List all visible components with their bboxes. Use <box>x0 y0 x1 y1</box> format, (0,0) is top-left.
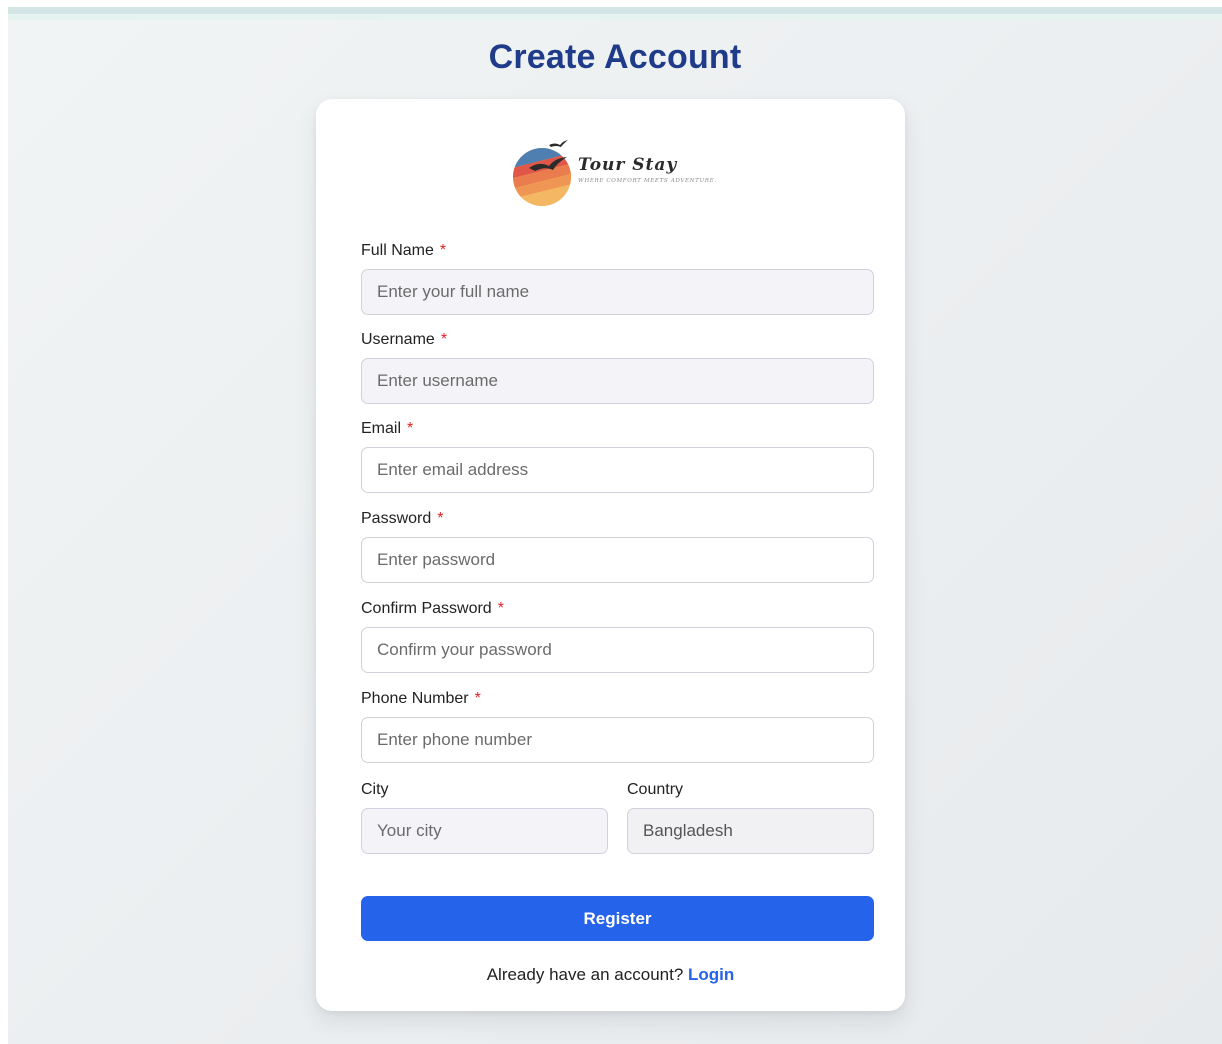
page-title: Create Account <box>488 38 742 76</box>
top-strip-line <box>8 14 1222 20</box>
sunset-globe-bird-icon <box>513 140 571 206</box>
required-marker: * <box>440 331 448 348</box>
phone-input[interactable] <box>361 717 874 763</box>
confirm-password-label-text: Confirm Password <box>361 600 492 617</box>
required-marker: * <box>439 242 447 259</box>
brand-name: Tour Stay <box>578 155 678 175</box>
confirm-password-input[interactable] <box>361 627 874 673</box>
register-button[interactable]: Register <box>361 896 874 941</box>
full-name-label-text: Full Name <box>361 242 434 259</box>
required-marker: * <box>497 600 504 617</box>
email-input[interactable] <box>361 447 874 493</box>
brand-tagline: WHERE COMFORT MEETS ADVENTURE. <box>578 178 717 184</box>
phone-label: Phone Number * <box>361 690 481 708</box>
login-prompt-text: Already have an account? <box>486 965 684 984</box>
username-label-text: Username <box>361 331 435 348</box>
full-name-input[interactable] <box>361 269 874 315</box>
email-label-text: Email <box>361 420 402 437</box>
top-strip <box>8 7 1222 14</box>
required-marker: * <box>474 690 481 707</box>
required-marker: * <box>407 420 414 437</box>
confirm-password-label: Confirm Password * <box>361 600 504 618</box>
phone-label-text: Phone Number <box>361 690 469 707</box>
password-input[interactable] <box>361 537 874 583</box>
country-input[interactable] <box>627 808 874 854</box>
username-label: Username * <box>361 331 447 349</box>
password-label: Password * <box>361 510 443 528</box>
country-label: Country <box>627 781 683 799</box>
city-input[interactable] <box>361 808 608 854</box>
registration-card: Tour Stay WHERE COMFORT MEETS ADVENTURE.… <box>316 99 905 1011</box>
full-name-label: Full Name * <box>361 242 446 260</box>
city-label-text: City <box>361 781 389 798</box>
login-prompt: Already have an account? Login <box>316 965 905 985</box>
username-input[interactable] <box>361 358 874 404</box>
password-label-text: Password <box>361 510 432 527</box>
page-viewport: Create Account Tour Stay WHERE COMFORT M… <box>8 7 1222 1044</box>
brand-logo: Tour Stay WHERE COMFORT MEETS ADVENTURE. <box>509 136 719 208</box>
login-link[interactable]: Login <box>688 965 734 984</box>
required-marker: * <box>437 510 444 527</box>
city-label: City <box>361 781 389 799</box>
email-label: Email * <box>361 420 413 438</box>
country-label-text: Country <box>627 781 684 798</box>
